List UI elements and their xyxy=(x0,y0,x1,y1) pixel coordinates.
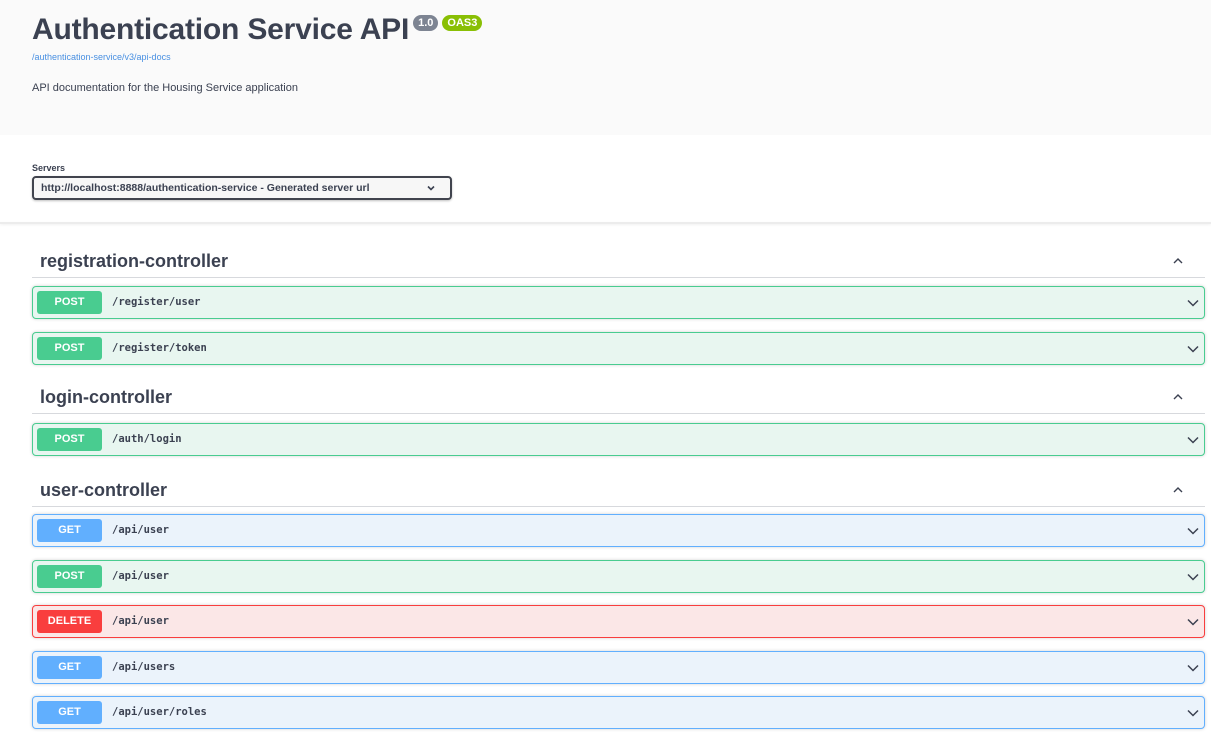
api-description: API documentation for the Housing Servic… xyxy=(32,82,298,94)
api-docs-link[interactable]: /authentication-service/v3/api-docs xyxy=(32,52,171,62)
operation-path: /register/token xyxy=(112,342,207,354)
title-row: Authentication Service API 1.0 OAS3 xyxy=(32,12,483,48)
method-badge: GET xyxy=(37,656,102,679)
operation-get-api-users[interactable]: GET /api/users xyxy=(32,651,1205,684)
version-badge: 1.0 xyxy=(413,15,439,31)
servers-divider xyxy=(0,222,1211,224)
chevron-down-icon[interactable] xyxy=(1186,524,1200,538)
operation-path: /api/user xyxy=(112,524,169,536)
server-select[interactable]: http://localhost:8888/authentication-ser… xyxy=(32,176,452,200)
operation-path: /api/users xyxy=(112,661,176,673)
operation-get-api-user-roles[interactable]: GET /api/user/roles xyxy=(32,696,1205,729)
chevron-up-icon[interactable] xyxy=(1173,485,1183,495)
chevron-down-icon[interactable] xyxy=(1186,433,1200,447)
operation-path: /auth/login xyxy=(112,433,182,445)
tag-title: user-controller xyxy=(40,480,168,500)
tag-registration-controller[interactable]: registration-controller xyxy=(32,244,1205,278)
chevron-down-icon[interactable] xyxy=(1186,706,1200,720)
method-badge: POST xyxy=(37,291,102,314)
operation-post-register-user[interactable]: POST /register/user xyxy=(32,286,1205,319)
operation-path: /api/user/roles xyxy=(112,706,207,718)
chevron-down-icon[interactable] xyxy=(1186,296,1200,310)
chevron-down-icon xyxy=(427,185,435,191)
operation-post-api-user[interactable]: POST /api/user xyxy=(32,560,1205,593)
servers-label: Servers xyxy=(32,163,66,173)
operation-get-api-user[interactable]: GET /api/user xyxy=(32,514,1205,547)
operation-post-register-token[interactable]: POST /register/token xyxy=(32,332,1205,365)
operation-path: /api/user xyxy=(112,615,169,627)
tag-login-controller[interactable]: login-controller xyxy=(32,380,1205,414)
page-title: Authentication Service API xyxy=(32,13,410,46)
method-badge: GET xyxy=(37,701,102,724)
tag-title: registration-controller xyxy=(40,251,229,271)
oas-badge: OAS3 xyxy=(442,15,483,31)
operation-delete-api-user[interactable]: DELETE /api/user xyxy=(32,605,1205,638)
info-section: Authentication Service API 1.0 OAS3 /aut… xyxy=(0,0,1211,135)
operation-path: /api/user xyxy=(112,570,169,582)
chevron-down-icon[interactable] xyxy=(1186,570,1200,584)
method-badge: DELETE xyxy=(37,610,102,633)
operation-post-auth-login[interactable]: POST /auth/login xyxy=(32,423,1205,456)
chevron-down-icon[interactable] xyxy=(1186,342,1200,356)
chevron-down-icon[interactable] xyxy=(1186,661,1200,675)
chevron-down-icon[interactable] xyxy=(1186,615,1200,629)
tag-title: login-controller xyxy=(40,387,172,407)
tag-user-controller[interactable]: user-controller xyxy=(32,473,1205,507)
chevron-up-icon[interactable] xyxy=(1173,256,1183,266)
chevron-up-icon[interactable] xyxy=(1173,392,1183,402)
method-badge: POST xyxy=(37,428,102,451)
operation-path: /register/user xyxy=(112,296,201,308)
method-badge: GET xyxy=(37,519,102,542)
method-badge: POST xyxy=(37,565,102,588)
method-badge: POST xyxy=(37,337,102,360)
server-select-value: http://localhost:8888/authentication-ser… xyxy=(41,182,370,194)
